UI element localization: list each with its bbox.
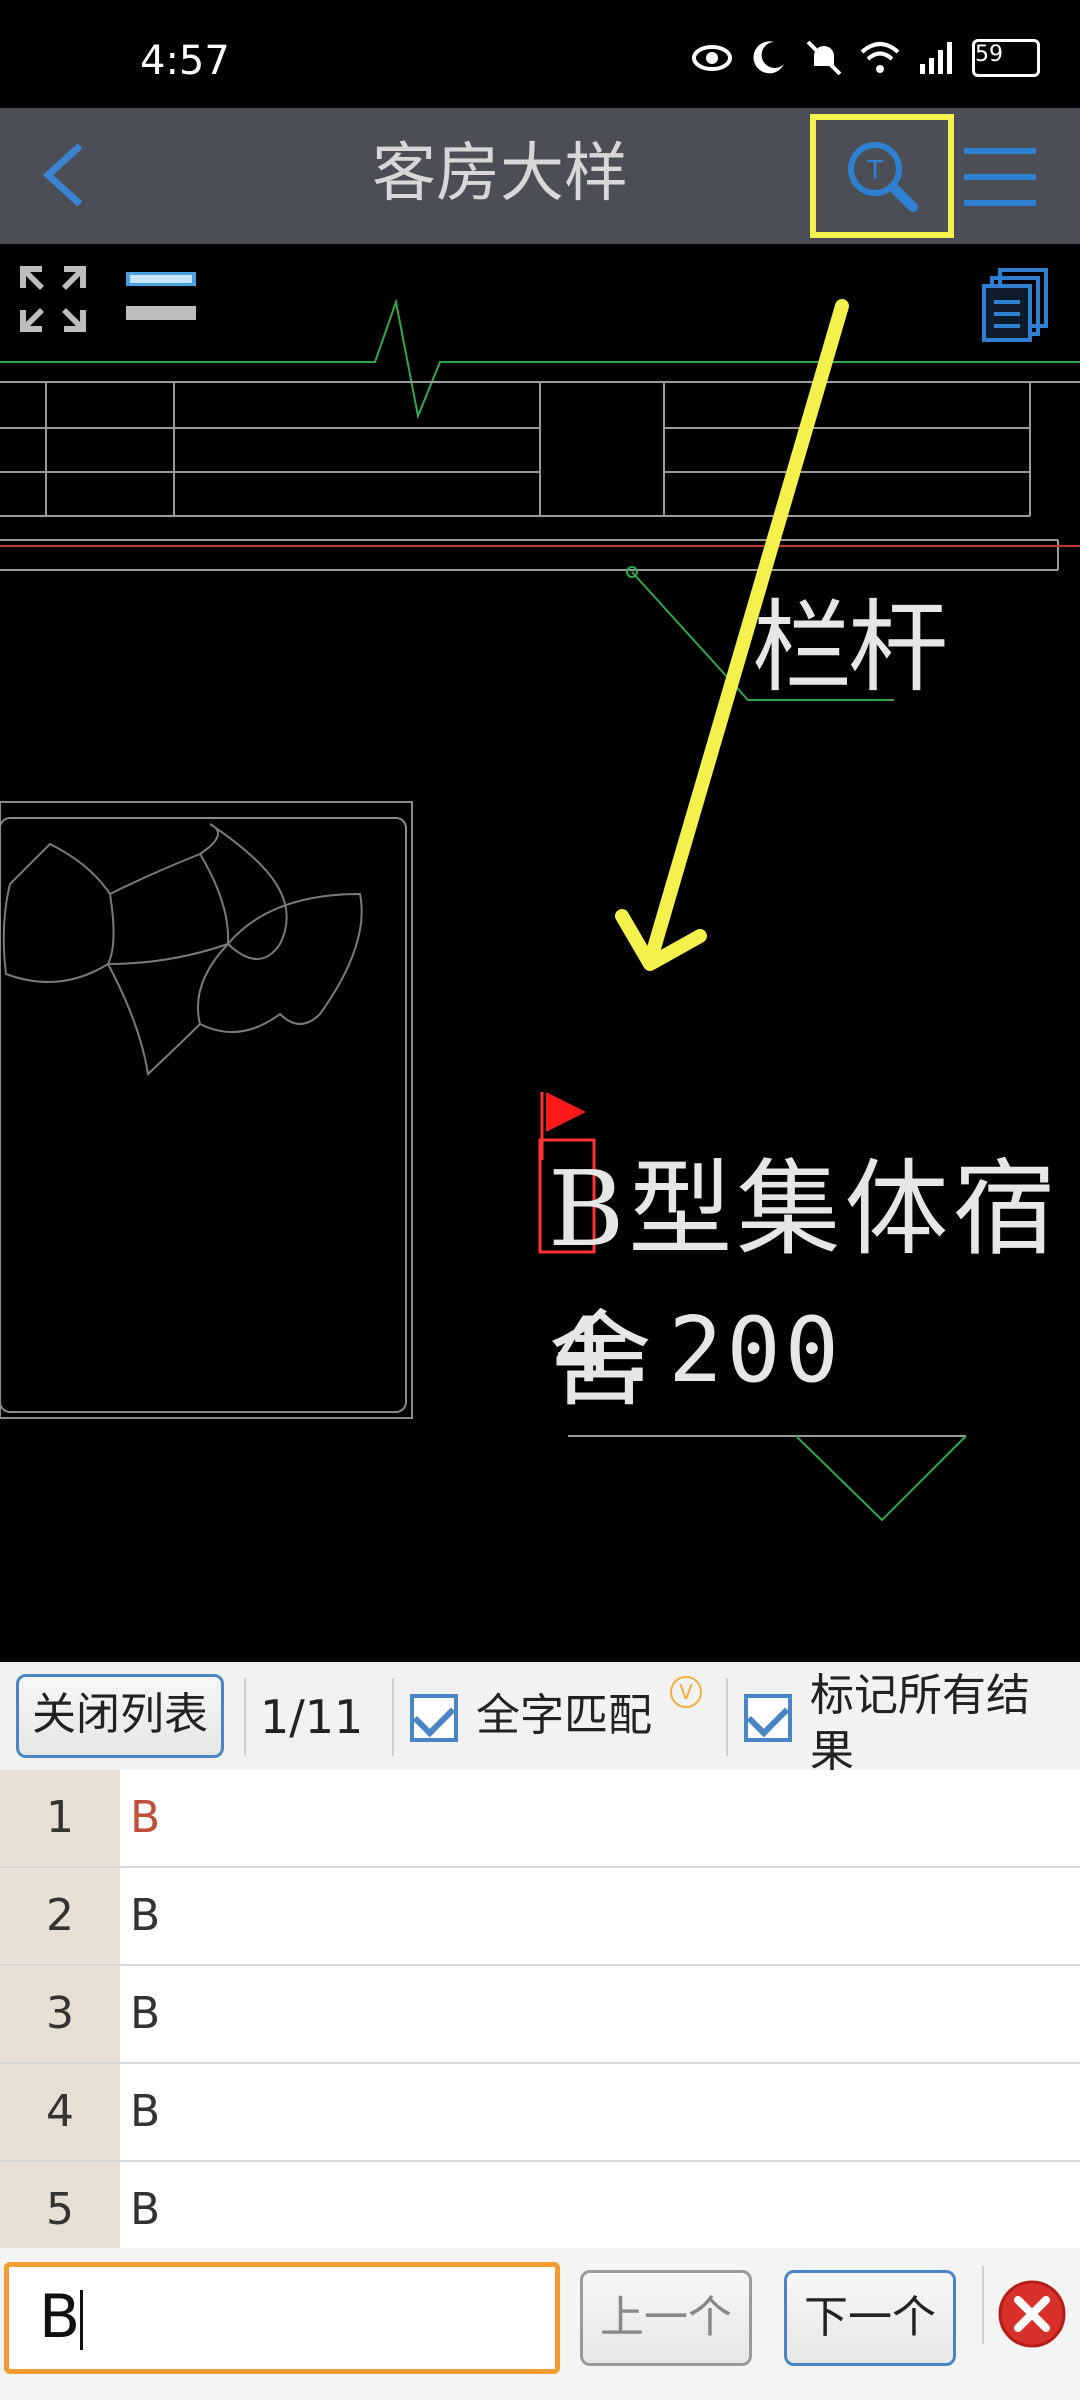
battery-icon: 59 [972,39,1040,77]
wifi-icon [860,38,900,78]
fullscreen-button[interactable] [18,264,88,334]
app-bar: 客房大样 T [0,108,1080,244]
close-list-button[interactable]: 关闭列表 [16,1674,224,1758]
status-bar: 4:57 59 [0,0,1080,108]
railing-label: 栏杆 [752,589,948,706]
mark-all-label: 标记所有结果 [810,1670,1030,1770]
close-icon [998,2280,1066,2348]
whole-word-label: 全字匹配 [476,1690,652,1741]
text-search-icon: T [848,142,918,212]
svg-text:T: T [866,154,883,185]
divider [982,2266,984,2344]
results-list: 1 B 2 B 3 B 4 B 5 B [0,1770,1080,2260]
search-panel-toolbar: 关闭列表 1/11 全字匹配 V 标记所有结果 [0,1662,1080,1771]
drawing-canvas[interactable]: 栏杆 B型集体宿舍 4.200 [0,244,1080,1664]
text-search-button[interactable]: T [810,114,954,238]
result-index: 2 [0,1868,120,1964]
result-index: 4 [0,2064,120,2160]
close-search-button[interactable] [996,2278,1068,2350]
documents-button[interactable] [982,268,1050,342]
elevation-label: 4.200 [552,1298,843,1403]
layers-button[interactable] [124,270,198,330]
search-input-bar: B 上一个 下一个 [0,2248,1080,2400]
hamburger-icon [964,148,1036,206]
documents-icon [982,268,1048,342]
divider [392,1678,394,1756]
expand-icon [20,266,86,332]
layers-icon [126,272,196,320]
menu-button[interactable] [960,142,1040,212]
status-time: 4:57 [140,38,230,84]
battery-level: 59 [975,42,1003,67]
text-cursor [80,2290,84,2351]
mute-bell-icon [804,38,844,78]
chevron-left-icon [42,143,83,207]
drawing-toolbar [0,244,1080,344]
result-text: B [130,1792,161,1843]
search-input-value: B [39,2282,81,2352]
result-row[interactable]: 1 B [0,1770,1080,1868]
result-row[interactable]: 2 B [0,1868,1080,1966]
result-text: B [130,2184,161,2235]
page-title: 客房大样 [372,137,628,211]
result-count: 1/11 [260,1690,364,1744]
search-input[interactable]: B [4,2262,560,2374]
mark-all-checkbox[interactable] [744,1694,792,1742]
previous-button[interactable]: 上一个 [580,2270,752,2366]
signal-icon [916,38,956,78]
vip-badge-icon: V [670,1676,702,1708]
eye-icon [692,38,732,78]
result-index: 3 [0,1966,120,2062]
divider [726,1678,728,1756]
result-row[interactable]: 4 B [0,2064,1080,2162]
result-text: B [130,2086,161,2137]
status-icons: 59 [692,38,1040,78]
result-index: 1 [0,1770,120,1866]
result-text: B [130,1988,161,2039]
result-row[interactable]: 3 B [0,1966,1080,2064]
back-button[interactable] [34,140,104,210]
divider [244,1678,246,1756]
moon-icon [748,38,788,78]
search-panel: 关闭列表 1/11 全字匹配 V 标记所有结果 1 B 2 B 3 B 4 B … [0,1662,1080,2400]
result-text: B [130,1890,161,1941]
next-button[interactable]: 下一个 [784,2270,956,2366]
whole-word-checkbox[interactable] [410,1694,458,1742]
result-row[interactable]: 5 B [0,2162,1080,2260]
result-index: 5 [0,2162,120,2258]
